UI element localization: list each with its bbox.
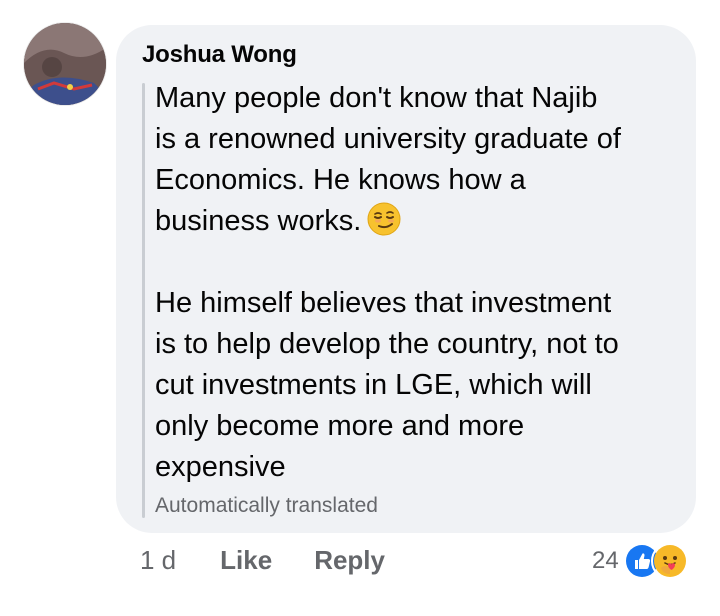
comment-line: expensive <box>155 451 286 483</box>
avatar[interactable] <box>24 23 106 105</box>
comment-line: cut investments in LGE, which will <box>155 369 592 401</box>
reactions-summary[interactable]: 24 <box>592 541 689 581</box>
comment-actions: 1 d Like Reply <box>140 545 385 576</box>
comment-author[interactable]: Joshua Wong <box>142 41 297 69</box>
comment-bubble: Joshua Wong Many people don't know that … <box>116 25 696 533</box>
smirking-face-emoji-icon <box>367 202 401 236</box>
comment-line-with-emoji: business works. <box>155 201 685 242</box>
avatar-image <box>24 23 106 105</box>
comment-timestamp[interactable]: 1 d <box>140 545 176 576</box>
care-reaction-icon <box>650 542 689 580</box>
comment-line: is to help develop the country, not to <box>155 328 619 360</box>
reaction-count: 24 <box>592 547 619 574</box>
comment-line: Economics. He knows how a <box>155 164 526 196</box>
like-button[interactable]: Like <box>220 545 272 576</box>
quote-bar <box>142 83 145 518</box>
comment-line: is a renowned university graduate of <box>155 123 621 155</box>
translation-note[interactable]: Automatically translated <box>155 494 378 518</box>
reply-button[interactable]: Reply <box>314 545 385 576</box>
comment-line: business works. <box>155 205 362 237</box>
comment-text: Many people don't know that Najib is a r… <box>155 78 685 488</box>
comment-line: Many people don't know that Najib <box>155 82 598 114</box>
comment-line: He himself believes that investment <box>155 287 612 319</box>
comment-line: only become more and more <box>155 410 525 442</box>
